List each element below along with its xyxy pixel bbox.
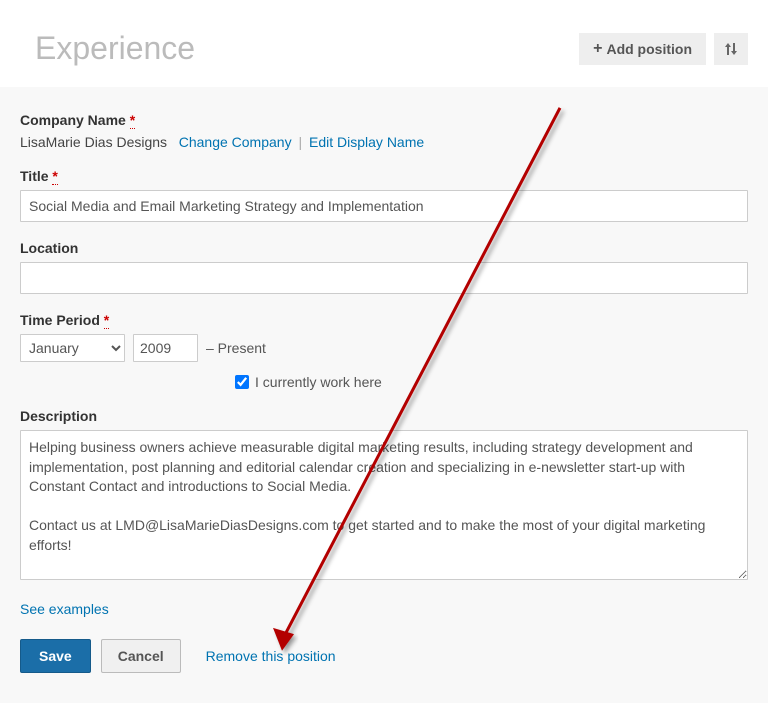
location-label: Location [20, 240, 748, 256]
reorder-button[interactable] [714, 33, 748, 65]
year-input[interactable] [133, 334, 198, 362]
company-label: Company Name * [20, 112, 748, 128]
page-title: Experience [35, 30, 195, 67]
description-textarea[interactable] [20, 430, 748, 580]
description-label: Description [20, 408, 748, 424]
currently-work-label: I currently work here [255, 374, 382, 390]
time-period-field-group: Time Period * January – Present I curren… [20, 312, 748, 390]
company-field-group: Company Name * LisaMarie Dias Designs Ch… [20, 112, 748, 150]
title-input[interactable] [20, 190, 748, 222]
experience-form: Company Name * LisaMarie Dias Designs Ch… [0, 87, 768, 703]
examples-row: See examples [20, 601, 748, 617]
required-marker: * [130, 112, 135, 129]
save-button[interactable]: Save [20, 639, 91, 673]
cancel-button[interactable]: Cancel [101, 639, 181, 673]
action-row: Save Cancel Remove this position [20, 639, 748, 673]
time-period-row: January – Present [20, 334, 748, 362]
description-field-group: Description [20, 408, 748, 583]
title-label: Title * [20, 168, 748, 184]
page-header: Experience + Add position [0, 0, 768, 87]
currently-work-checkbox[interactable] [235, 375, 249, 389]
currently-work-row: I currently work here [235, 374, 748, 390]
required-marker: * [104, 312, 109, 329]
location-input[interactable] [20, 262, 748, 294]
present-text: – Present [206, 340, 266, 356]
header-actions: + Add position [579, 33, 748, 65]
see-examples-link[interactable]: See examples [20, 601, 109, 617]
title-field-group: Title * [20, 168, 748, 222]
required-marker: * [52, 168, 57, 185]
edit-display-name-link[interactable]: Edit Display Name [309, 134, 424, 150]
plus-icon: + [593, 41, 602, 57]
month-select[interactable]: January [20, 334, 125, 362]
remove-position-link[interactable]: Remove this position [206, 648, 336, 664]
link-divider: | [298, 134, 302, 150]
add-position-button[interactable]: + Add position [579, 33, 706, 65]
company-value: LisaMarie Dias Designs [20, 134, 167, 150]
time-period-label: Time Period * [20, 312, 748, 328]
change-company-link[interactable]: Change Company [179, 134, 292, 150]
company-row: LisaMarie Dias Designs Change Company | … [20, 134, 748, 150]
sort-arrows-icon [724, 41, 738, 57]
add-position-label: Add position [606, 41, 692, 57]
location-field-group: Location [20, 240, 748, 294]
